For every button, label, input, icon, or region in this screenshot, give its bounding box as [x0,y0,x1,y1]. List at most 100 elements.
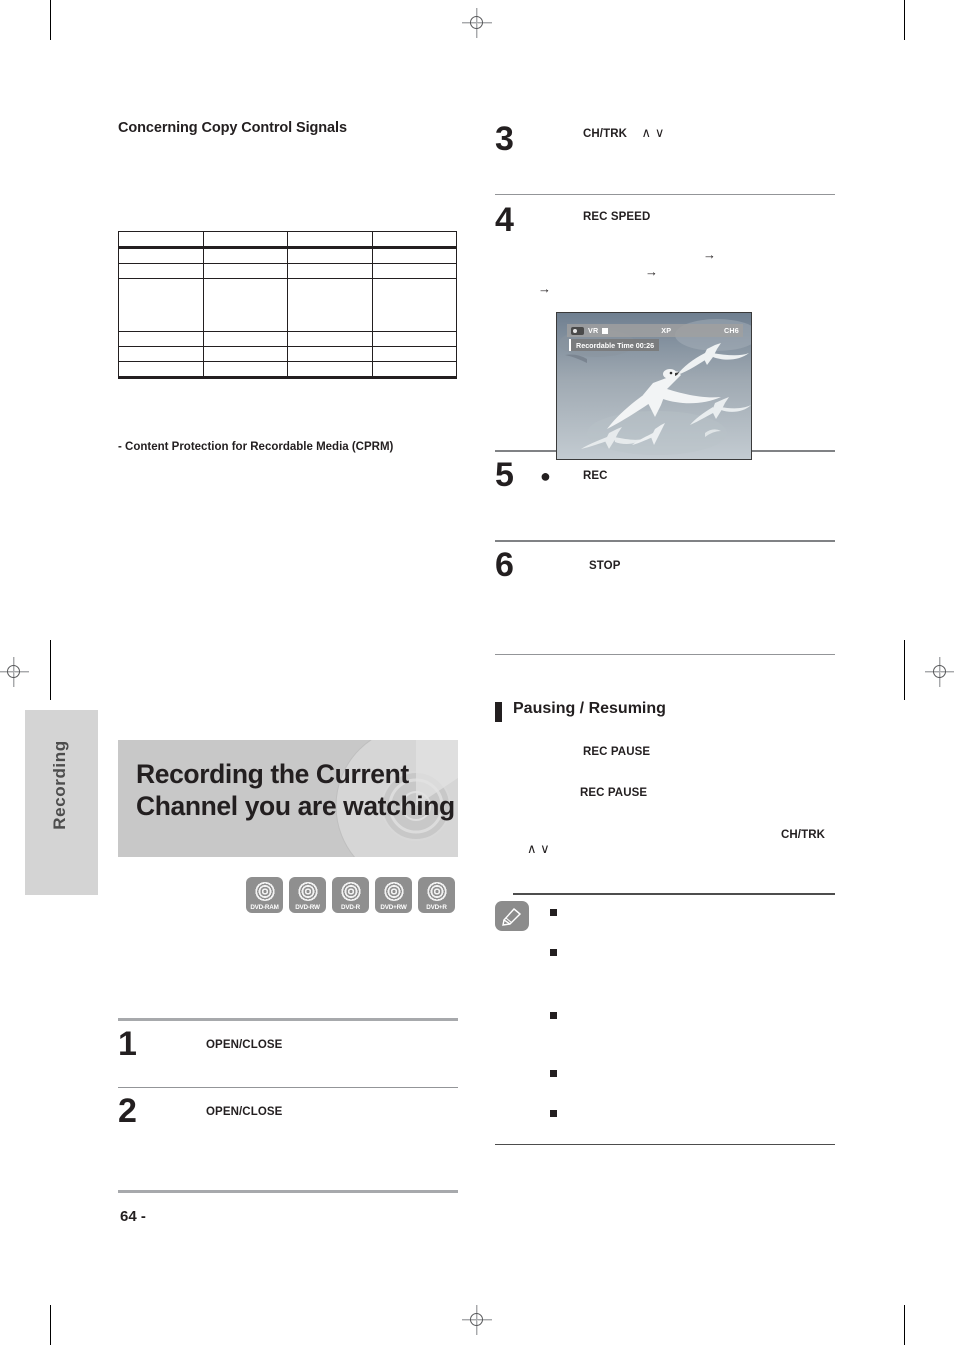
table-cell [371,246,457,264]
step-keyword: REC [583,470,608,483]
note-bullet-item [550,948,835,957]
pausing-resuming-heading: Pausing / Resuming [495,700,666,722]
table-cell [287,278,373,332]
crop-mark-top-right [904,0,905,40]
osd-status-bar: VR XP CH6 [567,324,743,337]
banner-title-line1: Recording the Current [136,759,409,789]
table-row [118,231,457,248]
table-cell [287,246,373,264]
registration-mark-bottom [462,1305,492,1335]
step-keyword: STOP [589,560,621,573]
table-cell [287,263,373,279]
table-cell [287,361,373,379]
disc-ring-icon [253,882,276,901]
copy-control-table [118,231,457,379]
table-cell [287,346,373,362]
table-cell [202,346,288,362]
arrow-row-3: → [538,281,835,298]
table-cell [287,231,373,248]
note-bottom-rule [495,1143,835,1145]
osd-recordable-time-label: Recordable Time 00:26 [576,340,655,350]
arrow-row-2: → [583,264,835,281]
table-cell [371,361,457,379]
step-number: 2 [118,1092,137,1131]
left-column: Concerning Copy Control Signals - Conten… [118,120,458,453]
crop-mark-top-left [50,0,51,40]
disc-badge-label: DVD-R [341,904,360,911]
table-cell [202,331,288,347]
trim-line-right [904,640,905,700]
heading-accent-bar [495,702,502,722]
pencil-icon [495,901,529,931]
step-number: 5 [495,456,514,495]
table-cell [371,231,457,248]
page-number: 64 - [120,1208,146,1225]
table-cell [202,263,288,279]
note-bullet-item [550,908,835,917]
section-banner: Recording the Current Channel you are wat… [118,740,458,857]
table-cell [118,331,204,347]
table-cell [202,361,288,379]
note-box [495,893,835,1145]
table-cell [118,246,204,264]
step-keyword: CH/TRK [583,128,628,140]
table-row [118,246,457,264]
bullet-square-icon [550,948,557,956]
stop-icon [602,327,609,334]
step-2: 2 OPEN/CLOSE [118,1088,458,1190]
table-cell [202,246,288,264]
disc-ring-icon [425,882,448,901]
step-keyword: REC SPEED [583,211,651,224]
step-3: 3 CH/TRK ∧ ∨ [495,120,835,194]
table-cell [118,278,204,332]
tv-screen-capture: VR XP CH6 Recordable Time 00:26 [556,312,752,460]
table-cell [202,231,288,248]
step-4: 4 REC SPEED → → → [495,195,835,298]
crop-mark-bottom-right [904,1305,905,1345]
arrow-icon: → [645,264,658,280]
osd-mode-label: VR [588,326,599,335]
table-cell [118,361,204,379]
crop-mark-bottom-left [50,1305,51,1345]
table-cell [287,331,373,347]
osd-channel-label: CH6 [724,326,739,335]
disc-badge-label: DVD-RW [295,904,320,911]
registration-mark-left [0,657,29,687]
section-heading-copy-control: Concerning Copy Control Signals [118,120,347,136]
disc-ring-icon [382,882,405,901]
step-5: 5 ● REC [495,452,835,540]
table-row [118,331,457,347]
disc-badge-dvd-r: DVD-R [332,877,369,913]
step-divider [118,1190,458,1194]
pause-keyword-3-label: CH/TRK [781,829,826,841]
disc-badge-label: DVD+RW [380,904,407,911]
table-row [118,361,457,379]
pause-glyphs: ∧ ∨ [527,841,550,857]
osd-rec-speed-label: XP [661,326,672,335]
disc-badge-label: DVD+R [426,904,447,911]
disc-badge-dvd-rw: DVD-RW [289,877,326,913]
table-row [118,263,457,279]
disc-ring-icon [296,882,319,901]
step-number: 6 [495,546,514,585]
step-divider [495,654,835,656]
table-row [118,278,457,332]
dvd-disc-icon [571,326,584,335]
step-keyword: OPEN/CLOSE [206,1039,283,1051]
bullet-square-icon [550,1011,557,1019]
table-cell [118,263,204,279]
table-cell [371,331,457,347]
step-body: OPEN/CLOSE [118,1031,458,1075]
arrow-icon: → [703,247,716,263]
table-cell [118,231,204,248]
table-row [118,346,457,362]
bullet-square-icon [550,1109,557,1117]
side-tab-recording: Recording [25,710,98,895]
rec-bullet-icon: ● [540,466,551,487]
step-1: 1 OPEN/CLOSE [118,1021,458,1087]
pause-keyword-2: REC PAUSE [580,783,647,801]
step-number: 3 [495,120,514,158]
step-glyphs: ∧ ∨ [641,125,665,140]
pause-keyword-2-label: REC PAUSE [580,787,648,799]
table-cell [371,278,457,332]
